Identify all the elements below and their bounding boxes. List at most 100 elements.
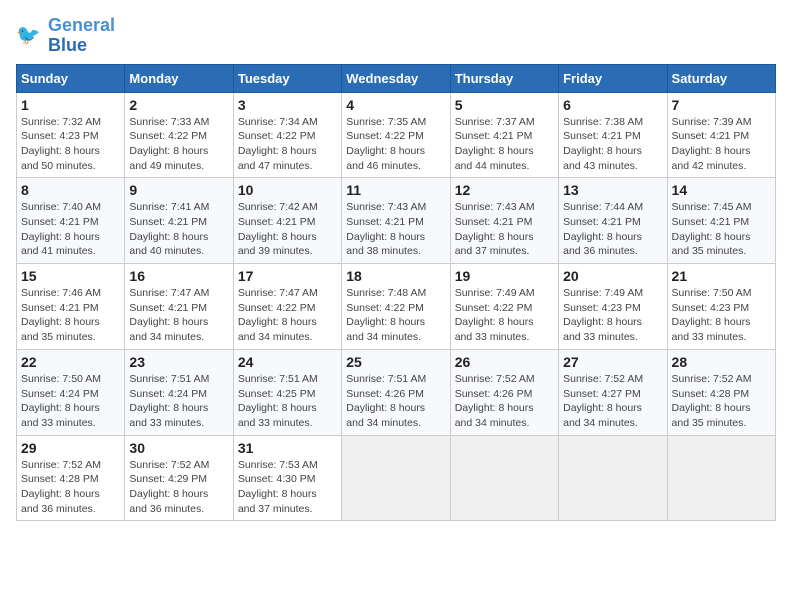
calendar-cell — [559, 435, 667, 521]
day-number: 14 — [672, 182, 771, 198]
calendar-week-row: 1 Sunrise: 7:32 AM Sunset: 4:23 PM Daylig… — [17, 92, 776, 178]
calendar-cell — [450, 435, 558, 521]
day-number: 5 — [455, 97, 554, 113]
calendar-week-row: 15 Sunrise: 7:46 AM Sunset: 4:21 PM Dayli… — [17, 264, 776, 350]
day-info: Sunrise: 7:47 AM Sunset: 4:21 PM Dayligh… — [129, 286, 228, 345]
day-info: Sunrise: 7:44 AM Sunset: 4:21 PM Dayligh… — [563, 200, 662, 259]
day-info: Sunrise: 7:48 AM Sunset: 4:22 PM Dayligh… — [346, 286, 445, 345]
calendar-cell: 21 Sunrise: 7:50 AM Sunset: 4:23 PM Dayli… — [667, 264, 775, 350]
calendar-cell: 20 Sunrise: 7:49 AM Sunset: 4:23 PM Dayli… — [559, 264, 667, 350]
day-info: Sunrise: 7:52 AM Sunset: 4:28 PM Dayligh… — [21, 458, 120, 517]
calendar-table: SundayMondayTuesdayWednesdayThursdayFrid… — [16, 64, 776, 522]
day-number: 18 — [346, 268, 445, 284]
day-info: Sunrise: 7:40 AM Sunset: 4:21 PM Dayligh… — [21, 200, 120, 259]
calendar-cell: 22 Sunrise: 7:50 AM Sunset: 4:24 PM Dayli… — [17, 349, 125, 435]
calendar-cell: 28 Sunrise: 7:52 AM Sunset: 4:28 PM Dayli… — [667, 349, 775, 435]
logo-icon: 🐦 — [16, 22, 44, 50]
day-number: 2 — [129, 97, 228, 113]
day-number: 21 — [672, 268, 771, 284]
day-number: 28 — [672, 354, 771, 370]
day-number: 24 — [238, 354, 337, 370]
calendar-cell: 27 Sunrise: 7:52 AM Sunset: 4:27 PM Dayli… — [559, 349, 667, 435]
day-info: Sunrise: 7:32 AM Sunset: 4:23 PM Dayligh… — [21, 115, 120, 174]
day-info: Sunrise: 7:52 AM Sunset: 4:26 PM Dayligh… — [455, 372, 554, 431]
day-number: 7 — [672, 97, 771, 113]
day-info: Sunrise: 7:35 AM Sunset: 4:22 PM Dayligh… — [346, 115, 445, 174]
day-number: 12 — [455, 182, 554, 198]
logo: 🐦 GeneralBlue — [16, 16, 115, 56]
weekday-header-sunday: Sunday — [17, 64, 125, 92]
calendar-cell: 2Sunrise: 7:33 AM Sunset: 4:22 PM Daylig… — [125, 92, 233, 178]
day-info: Sunrise: 7:39 AM Sunset: 4:21 PM Dayligh… — [672, 115, 771, 174]
day-info: Sunrise: 7:47 AM Sunset: 4:22 PM Dayligh… — [238, 286, 337, 345]
day-number: 6 — [563, 97, 662, 113]
day-info: Sunrise: 7:50 AM Sunset: 4:23 PM Dayligh… — [672, 286, 771, 345]
weekday-header-wednesday: Wednesday — [342, 64, 450, 92]
day-number: 20 — [563, 268, 662, 284]
calendar-body: 1 Sunrise: 7:32 AM Sunset: 4:23 PM Daylig… — [17, 92, 776, 521]
calendar-cell — [667, 435, 775, 521]
day-number: 15 — [21, 268, 120, 284]
day-number: 31 — [238, 440, 337, 456]
day-info: Sunrise: 7:45 AM Sunset: 4:21 PM Dayligh… — [672, 200, 771, 259]
day-info: Sunrise: 7:52 AM Sunset: 4:28 PM Dayligh… — [672, 372, 771, 431]
calendar-week-row: 22 Sunrise: 7:50 AM Sunset: 4:24 PM Dayli… — [17, 349, 776, 435]
day-info: Sunrise: 7:38 AM Sunset: 4:21 PM Dayligh… — [563, 115, 662, 174]
day-info: Sunrise: 7:37 AM Sunset: 4:21 PM Dayligh… — [455, 115, 554, 174]
day-number: 19 — [455, 268, 554, 284]
day-number: 9 — [129, 182, 228, 198]
day-info: Sunrise: 7:49 AM Sunset: 4:22 PM Dayligh… — [455, 286, 554, 345]
weekday-header-tuesday: Tuesday — [233, 64, 341, 92]
page-header: 🐦 GeneralBlue — [16, 16, 776, 56]
day-number: 26 — [455, 354, 554, 370]
day-number: 8 — [21, 182, 120, 198]
day-info: Sunrise: 7:46 AM Sunset: 4:21 PM Dayligh… — [21, 286, 120, 345]
calendar-cell: 7 Sunrise: 7:39 AM Sunset: 4:21 PM Daylig… — [667, 92, 775, 178]
calendar-cell: 31 Sunrise: 7:53 AM Sunset: 4:30 PM Dayli… — [233, 435, 341, 521]
day-info: Sunrise: 7:51 AM Sunset: 4:26 PM Dayligh… — [346, 372, 445, 431]
calendar-cell: 6 Sunrise: 7:38 AM Sunset: 4:21 PM Daylig… — [559, 92, 667, 178]
calendar-cell: 29 Sunrise: 7:52 AM Sunset: 4:28 PM Dayli… — [17, 435, 125, 521]
weekday-header-thursday: Thursday — [450, 64, 558, 92]
calendar-cell: 12Sunrise: 7:43 AM Sunset: 4:21 PM Dayli… — [450, 178, 558, 264]
calendar-week-row: 8 Sunrise: 7:40 AM Sunset: 4:21 PM Daylig… — [17, 178, 776, 264]
day-info: Sunrise: 7:52 AM Sunset: 4:29 PM Dayligh… — [129, 458, 228, 517]
calendar-cell: 9Sunrise: 7:41 AM Sunset: 4:21 PM Daylig… — [125, 178, 233, 264]
calendar-cell: 18 Sunrise: 7:48 AM Sunset: 4:22 PM Dayli… — [342, 264, 450, 350]
day-number: 25 — [346, 354, 445, 370]
day-info: Sunrise: 7:53 AM Sunset: 4:30 PM Dayligh… — [238, 458, 337, 517]
calendar-cell: 14 Sunrise: 7:45 AM Sunset: 4:21 PM Dayli… — [667, 178, 775, 264]
calendar-cell: 13Sunrise: 7:44 AM Sunset: 4:21 PM Dayli… — [559, 178, 667, 264]
day-number: 1 — [21, 97, 120, 113]
day-number: 29 — [21, 440, 120, 456]
calendar-cell: 17 Sunrise: 7:47 AM Sunset: 4:22 PM Dayli… — [233, 264, 341, 350]
calendar-cell: 26 Sunrise: 7:52 AM Sunset: 4:26 PM Dayli… — [450, 349, 558, 435]
calendar-cell: 3Sunrise: 7:34 AM Sunset: 4:22 PM Daylig… — [233, 92, 341, 178]
day-info: Sunrise: 7:51 AM Sunset: 4:24 PM Dayligh… — [129, 372, 228, 431]
calendar-cell: 5 Sunrise: 7:37 AM Sunset: 4:21 PM Daylig… — [450, 92, 558, 178]
day-info: Sunrise: 7:51 AM Sunset: 4:25 PM Dayligh… — [238, 372, 337, 431]
calendar-cell: 30 Sunrise: 7:52 AM Sunset: 4:29 PM Dayli… — [125, 435, 233, 521]
logo-text: GeneralBlue — [48, 16, 115, 56]
day-number: 17 — [238, 268, 337, 284]
weekday-header-row: SundayMondayTuesdayWednesdayThursdayFrid… — [17, 64, 776, 92]
calendar-cell: 4 Sunrise: 7:35 AM Sunset: 4:22 PM Daylig… — [342, 92, 450, 178]
day-number: 30 — [129, 440, 228, 456]
day-number: 16 — [129, 268, 228, 284]
calendar-cell: 11Sunrise: 7:43 AM Sunset: 4:21 PM Dayli… — [342, 178, 450, 264]
day-info: Sunrise: 7:43 AM Sunset: 4:21 PM Dayligh… — [346, 200, 445, 259]
weekday-header-friday: Friday — [559, 64, 667, 92]
calendar-cell: 16 Sunrise: 7:47 AM Sunset: 4:21 PM Dayli… — [125, 264, 233, 350]
day-number: 10 — [238, 182, 337, 198]
day-number: 4 — [346, 97, 445, 113]
day-info: Sunrise: 7:50 AM Sunset: 4:24 PM Dayligh… — [21, 372, 120, 431]
day-number: 23 — [129, 354, 228, 370]
calendar-cell — [342, 435, 450, 521]
day-info: Sunrise: 7:49 AM Sunset: 4:23 PM Dayligh… — [563, 286, 662, 345]
svg-text:🐦: 🐦 — [16, 24, 40, 46]
day-number: 22 — [21, 354, 120, 370]
calendar-cell: 19 Sunrise: 7:49 AM Sunset: 4:22 PM Dayli… — [450, 264, 558, 350]
weekday-header-monday: Monday — [125, 64, 233, 92]
day-number: 27 — [563, 354, 662, 370]
day-info: Sunrise: 7:52 AM Sunset: 4:27 PM Dayligh… — [563, 372, 662, 431]
